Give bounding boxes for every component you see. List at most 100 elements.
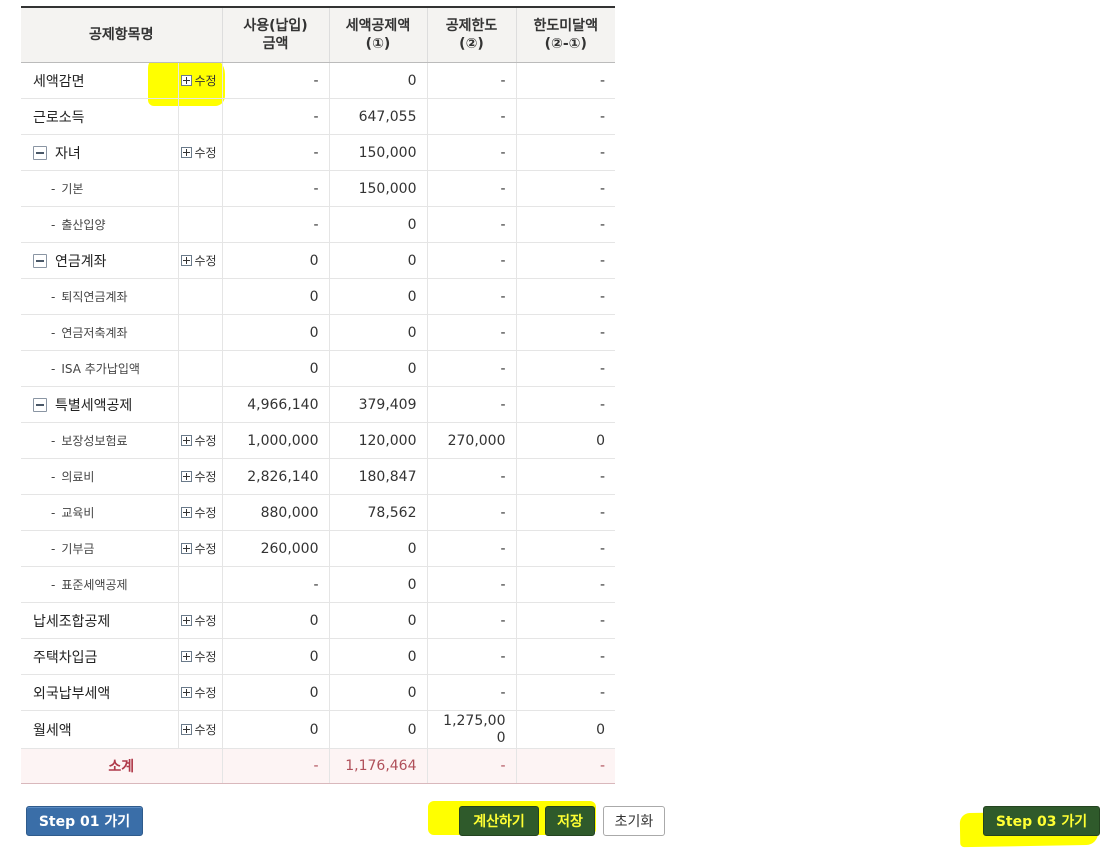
cell-limit-value: 1,275,000 [443, 713, 506, 746]
cell-used: - [221, 206, 329, 243]
plus-icon [180, 471, 192, 482]
calculate-button[interactable]: 계산하기 [459, 806, 539, 836]
cell-used: 0 [221, 242, 329, 279]
cell-shortfall: - [515, 638, 615, 675]
cell-credit: 379,409 [328, 386, 427, 423]
cell-credit: 180,847 [328, 458, 427, 495]
table-row: - ISA 추가납입액 0 0 - - [21, 350, 615, 387]
row-name: 교육비 [61, 506, 95, 520]
edit-label: 수정 [194, 74, 217, 88]
cell-used: - [221, 566, 329, 603]
edit-button[interactable]: 수정 [177, 494, 222, 531]
edit-label: 수정 [194, 470, 217, 484]
edit-label: 수정 [194, 434, 217, 448]
edit-button[interactable]: 수정 [177, 638, 222, 675]
row-name: 연금계좌 [55, 253, 107, 270]
edit-button[interactable]: 수정 [177, 674, 222, 711]
header-used-line1: 사용(납입) [243, 18, 308, 34]
dash-bullet: - [51, 578, 56, 592]
row-name: 납세조합공제 [21, 602, 178, 639]
cell-credit: 0 [328, 62, 427, 99]
cell-shortfall: - [515, 278, 615, 315]
edit-cell-empty [177, 170, 222, 207]
plus-icon [180, 543, 192, 554]
cell-limit: - [426, 242, 516, 279]
total-row: 소계 - 1,176,464 - - [21, 748, 615, 784]
table-row: 자녀 수정 - 150,000 - - [21, 134, 615, 171]
table-row: 세액감면 수정 - 0 - - [21, 62, 615, 99]
edit-button[interactable]: 수정 [177, 134, 222, 171]
cell-credit: 0 [328, 710, 427, 749]
total-used: - [221, 748, 329, 784]
cell-limit: - [426, 314, 516, 351]
cell-shortfall: - [515, 566, 615, 603]
row-name-sub: - 교육비 [21, 494, 178, 531]
total-label: 소계 [21, 748, 222, 784]
collapse-icon[interactable] [33, 397, 47, 412]
edit-button[interactable]: 수정 [177, 242, 222, 279]
table-row: 월세액 수정 0 0 1,275,000 0 [21, 710, 615, 749]
edit-cell-empty [177, 278, 222, 315]
table-header-row: 공제항목명 사용(납입) 금액 세액공제액 (①) 공제한도 (②) 한도미달액 (②-… [21, 6, 615, 63]
cell-limit: - [426, 494, 516, 531]
cell-credit: 150,000 [328, 134, 427, 171]
edit-label: 수정 [194, 506, 217, 520]
tax-credit-table-wrapper: 공제항목명 사용(납입) 금액 세액공제액 (①) 공제한도 (②) 한도미달액 (②-… [21, 6, 615, 784]
row-name: 자녀 [55, 145, 81, 162]
plus-icon [180, 75, 192, 86]
plus-icon [180, 435, 192, 446]
header-limit: 공제한도 (②) [426, 6, 516, 63]
cell-limit: - [426, 674, 516, 711]
row-name-sub: - 연금저축계좌 [21, 314, 178, 351]
edit-button[interactable]: 수정 [177, 458, 222, 495]
edit-cell-empty [177, 314, 222, 351]
cell-used: 1,000,000 [221, 422, 329, 459]
row-name-sub: - 보장성보험료 [21, 422, 178, 459]
step03-button[interactable]: Step 03 가기 [983, 806, 1100, 836]
edit-label: 수정 [194, 614, 217, 628]
edit-button[interactable]: 수정 [177, 530, 222, 567]
cell-limit: - [426, 530, 516, 567]
cell-credit: 0 [328, 566, 427, 603]
dash-bullet: - [51, 218, 56, 232]
save-button[interactable]: 저장 [545, 806, 595, 836]
dash-bullet: - [51, 362, 56, 376]
edit-button[interactable]: 수정 [177, 62, 222, 99]
edit-label: 수정 [194, 254, 217, 268]
cell-used: - [221, 170, 329, 207]
header-credit-line1: 세액공제액 [345, 18, 411, 34]
cell-shortfall: - [515, 98, 615, 135]
table-row: - 연금저축계좌 0 0 - - [21, 314, 615, 351]
edit-button[interactable]: 수정 [177, 422, 222, 459]
header-shortfall-line1: 한도미달액 [533, 18, 598, 34]
header-credit-line2: (①) [365, 36, 391, 52]
header-item-name-text: 공제항목명 [89, 27, 154, 43]
cell-shortfall: 0 [515, 710, 615, 749]
row-name: 의료비 [61, 470, 95, 484]
cell-limit: - [426, 134, 516, 171]
table-row: - 출산입양 - 0 - - [21, 206, 615, 243]
reset-button[interactable]: 초기화 [603, 806, 665, 836]
row-name-sub: - 의료비 [21, 458, 178, 495]
cell-limit: - [426, 278, 516, 315]
edit-cell-empty [177, 566, 222, 603]
cell-used: 0 [221, 602, 329, 639]
cell-used: - [221, 98, 329, 135]
plus-icon [180, 507, 192, 518]
edit-button[interactable]: 수정 [177, 602, 222, 639]
collapse-icon[interactable] [33, 145, 47, 160]
cell-used: 4,966,140 [221, 386, 329, 423]
row-name-sub: - 기부금 [21, 530, 178, 567]
cell-shortfall: - [515, 206, 615, 243]
cell-limit: - [426, 98, 516, 135]
cell-shortfall: - [515, 494, 615, 531]
collapse-icon[interactable] [33, 253, 47, 268]
edit-label: 수정 [194, 542, 217, 556]
step01-button[interactable]: Step 01 가기 [26, 806, 143, 836]
edit-button[interactable]: 수정 [177, 710, 222, 749]
row-name: 주택차입금 [21, 638, 178, 675]
total-credit: 1,176,464 [328, 748, 427, 784]
plus-icon [180, 255, 192, 266]
row-name: 표준세액공제 [61, 578, 128, 592]
cell-shortfall: - [515, 62, 615, 99]
